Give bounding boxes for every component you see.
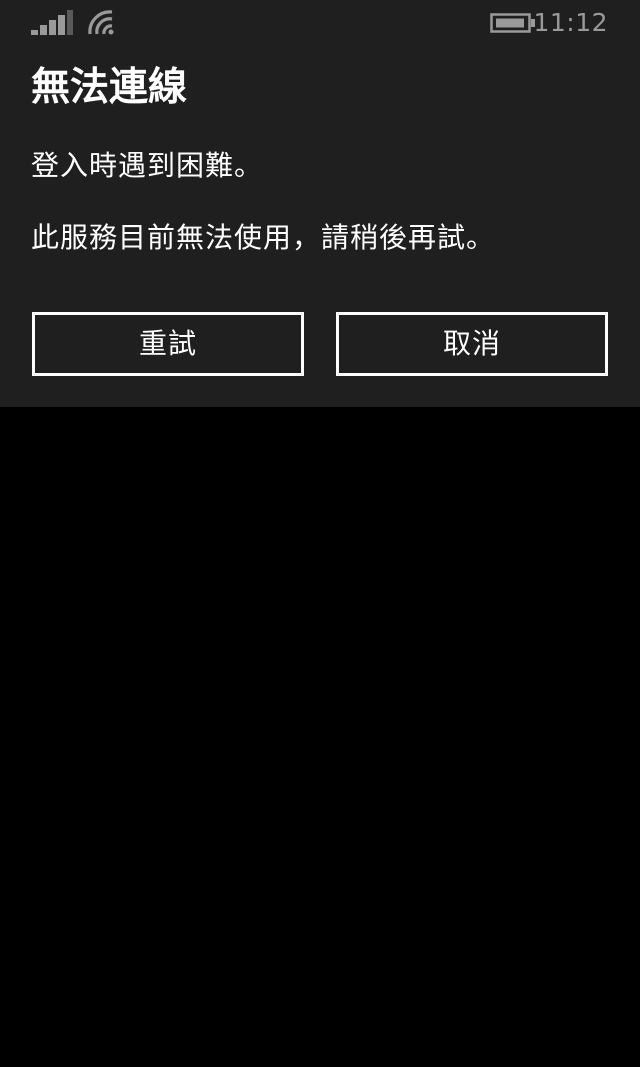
signal-strength-icon	[31, 10, 73, 35]
error-dialog: 11:12 無法連線 登入時遇到困難。 此服務目前無法使用，請稍後再試。 重試 …	[0, 0, 640, 407]
status-bar: 11:12	[0, 0, 640, 46]
status-clock: 11:12	[533, 8, 608, 37]
wifi-icon	[88, 10, 114, 35]
phone-screen: 11:12 無法連線 登入時遇到困難。 此服務目前無法使用，請稍後再試。 重試 …	[0, 0, 640, 1067]
dialog-message-service: 此服務目前無法使用，請稍後再試。	[31, 221, 496, 254]
battery-icon	[490, 13, 535, 33]
cancel-button[interactable]: 取消	[336, 312, 608, 376]
dialog-message-login: 登入時遇到困難。	[31, 149, 264, 182]
dialog-title: 無法連線	[31, 65, 188, 110]
retry-button[interactable]: 重試	[32, 312, 304, 376]
